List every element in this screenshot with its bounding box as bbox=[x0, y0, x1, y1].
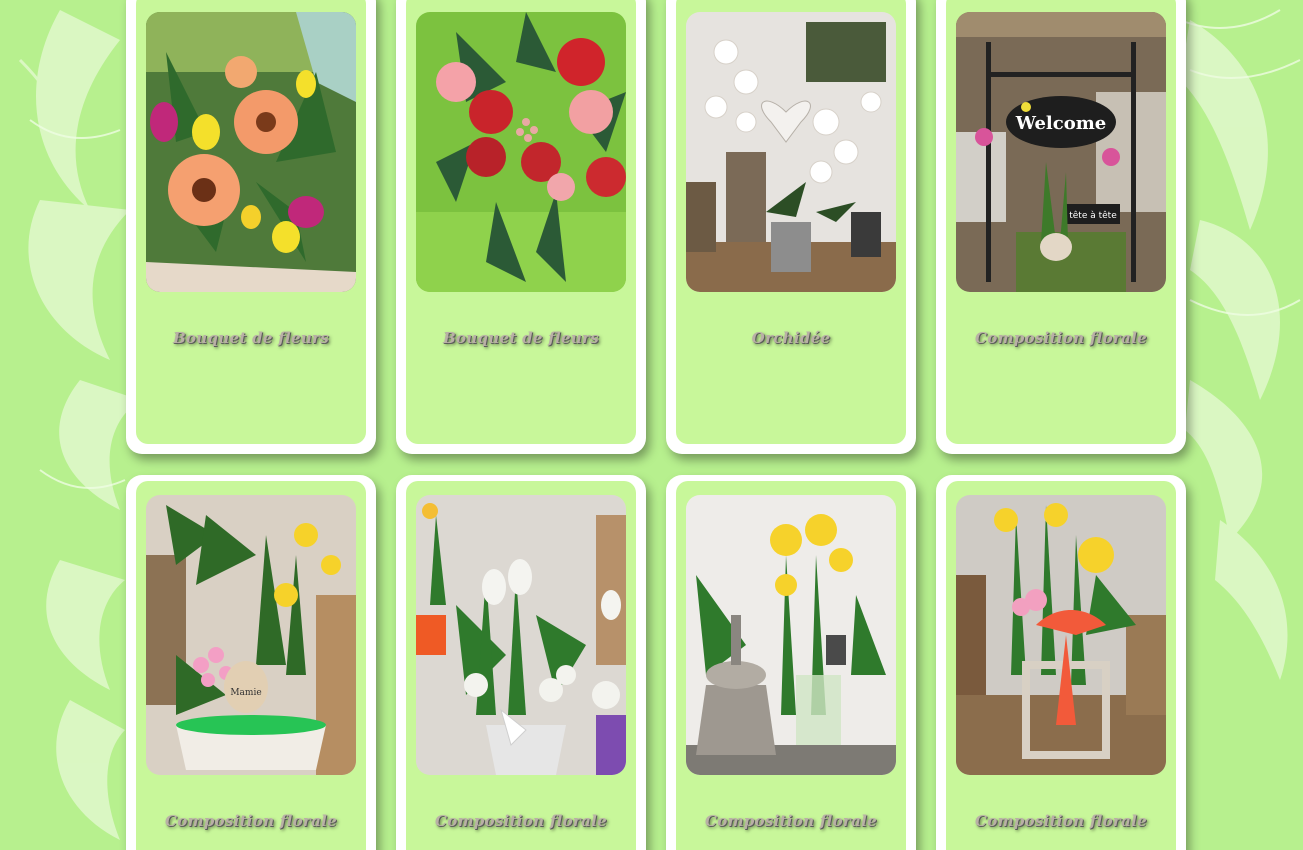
product-photo[interactable]: Welcome tête à tête bbox=[956, 12, 1166, 292]
product-photo[interactable] bbox=[956, 495, 1166, 775]
product-title[interactable]: Bouquet de fleurs bbox=[406, 329, 636, 347]
product-card-4[interactable]: Welcome tête à tête Composition florale bbox=[936, 0, 1186, 454]
orange-gerbera-bouquet-image bbox=[146, 12, 356, 292]
product-card-6[interactable]: Composition florale bbox=[396, 475, 646, 850]
mamie-tag-text: Mamie bbox=[230, 688, 261, 698]
product-card-5[interactable]: Mamie Composition florale bbox=[126, 475, 376, 850]
product-photo[interactable] bbox=[416, 12, 626, 292]
welcome-sign-hyacinth-image: Welcome tête à tête bbox=[956, 12, 1166, 292]
welcome-sign-text: Welcome bbox=[1015, 113, 1107, 134]
product-title[interactable]: Bouquet de fleurs bbox=[136, 329, 366, 347]
red-roses-bouquet-image bbox=[416, 12, 626, 292]
product-card-body: Mamie Composition florale bbox=[136, 481, 366, 850]
product-card-3[interactable]: Orchidée bbox=[666, 0, 916, 454]
product-title[interactable]: Composition florale bbox=[676, 812, 906, 830]
product-photo[interactable] bbox=[146, 12, 356, 292]
product-photo[interactable]: Mamie bbox=[146, 495, 356, 775]
daffodils-wooden-lantern-image bbox=[956, 495, 1166, 775]
product-card-1[interactable]: Bouquet de fleurs bbox=[126, 0, 376, 454]
product-photo[interactable] bbox=[686, 12, 896, 292]
product-photo[interactable] bbox=[416, 495, 626, 775]
product-title[interactable]: Composition florale bbox=[946, 329, 1176, 347]
product-card-body: Composition florale bbox=[946, 481, 1176, 850]
daffodil-kalanchoe-planter-image: Mamie bbox=[146, 495, 356, 775]
product-card-body: Bouquet de fleurs bbox=[136, 0, 366, 444]
product-card-body: Composition florale bbox=[676, 481, 906, 850]
product-photo[interactable] bbox=[686, 495, 896, 775]
product-card-8[interactable]: Composition florale bbox=[936, 475, 1186, 850]
product-card-body: Welcome tête à tête Composition florale bbox=[946, 0, 1176, 444]
product-card-2[interactable]: Bouquet de fleurs bbox=[396, 0, 646, 454]
product-card-7[interactable]: Composition florale bbox=[666, 475, 916, 850]
product-card-body: Bouquet de fleurs bbox=[406, 0, 636, 444]
tete-a-tete-label: tête à tête bbox=[1069, 210, 1117, 221]
product-card-body: Orchidée bbox=[676, 0, 906, 444]
product-card-body: Composition florale bbox=[406, 481, 636, 850]
product-title[interactable]: Composition florale bbox=[406, 812, 636, 830]
product-title[interactable]: Orchidée bbox=[676, 329, 906, 347]
white-tulips-composition-image bbox=[416, 495, 626, 775]
white-orchid-pot-image bbox=[686, 12, 896, 292]
product-title[interactable]: Composition florale bbox=[136, 812, 366, 830]
daffodils-lantern-image bbox=[686, 495, 896, 775]
product-title[interactable]: Composition florale bbox=[946, 812, 1176, 830]
